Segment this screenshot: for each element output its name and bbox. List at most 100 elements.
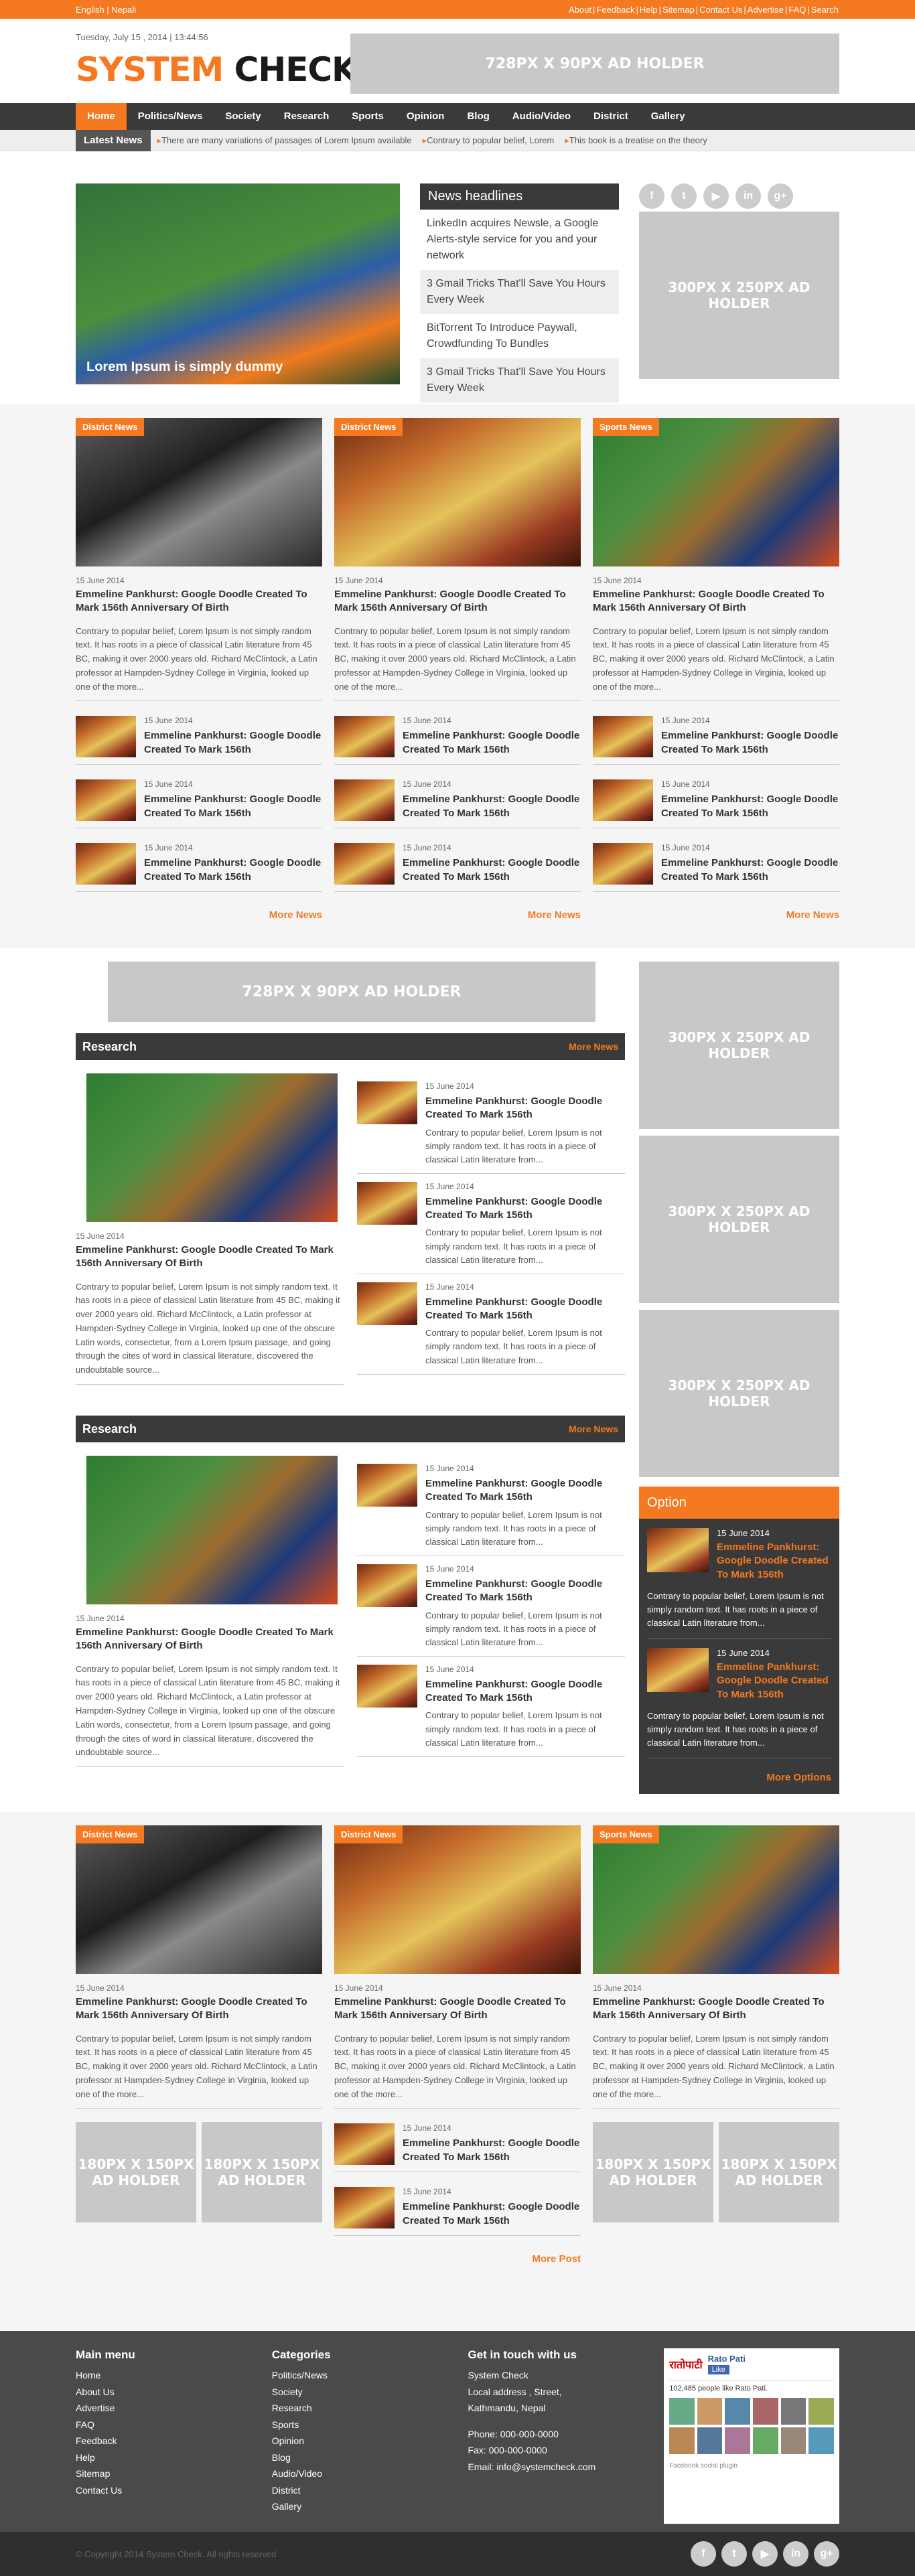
language-switch[interactable]: English | Nepali (76, 5, 136, 15)
option-item[interactable]: 15 June 2014 Emmeline Pankhurst: Google D… (647, 1519, 831, 1582)
article-thumbnail[interactable] (357, 1464, 417, 1507)
fb-face[interactable] (725, 2427, 751, 2454)
footer-link[interactable]: Home (76, 2367, 272, 2384)
mid-ad[interactable]: 728PX X 90PX AD HOLDER (108, 962, 595, 1022)
footer-link[interactable]: About Us (76, 2384, 272, 2401)
linkedin-icon[interactable]: in (783, 2541, 808, 2567)
facebook-icon[interactable]: f (691, 2541, 716, 2567)
research-item[interactable]: 15 June 2014 Emmeline Pankhurst: Google D… (357, 1174, 625, 1274)
fb-face[interactable] (697, 2427, 723, 2454)
right-ad-2[interactable]: 300PX X 250PX AD HOLDER (639, 1136, 839, 1303)
article-thumbnail[interactable] (76, 843, 136, 885)
article-thumbnail[interactable] (357, 1664, 417, 1708)
fb-face[interactable] (697, 2398, 723, 2425)
facebook-widget[interactable]: रातोपाटी Rato Pati Like 102,485 people l… (664, 2348, 839, 2524)
small-ad[interactable]: 180PX X 150PX AD HOLDER (202, 2122, 322, 2223)
nav-item-politics-news[interactable]: Politics/News (127, 103, 214, 130)
ticker-item[interactable]: Contrary to popular belief, Lorem (423, 135, 554, 146)
category-image[interactable]: District News (334, 1825, 581, 1974)
ticker-item[interactable]: This book is a treatise on the theory (565, 135, 707, 146)
article-title[interactable]: Emmeline Pankhurst: Google Doodle Create… (661, 729, 839, 757)
footer-link[interactable]: Feedback (76, 2433, 272, 2449)
article-title[interactable]: Emmeline Pankhurst: Google Doodle Create… (593, 588, 839, 615)
more-news-link[interactable]: More News (334, 909, 581, 921)
twitter-icon[interactable]: t (721, 2541, 747, 2567)
article-title[interactable]: Emmeline Pankhurst: Google Doodle Create… (144, 856, 322, 884)
article-title[interactable]: Emmeline Pankhurst: Google Doodle Create… (76, 1243, 344, 1271)
category-badge[interactable]: Sports News (593, 418, 659, 436)
article-title[interactable]: Emmeline Pankhurst: Google Doodle Create… (425, 1678, 625, 1706)
research-item[interactable]: 15 June 2014 Emmeline Pankhurst: Google D… (357, 1456, 625, 1556)
category-image[interactable]: District News (76, 1825, 322, 1974)
article-thumbnail[interactable] (334, 843, 395, 885)
research-item[interactable]: 15 June 2014 Emmeline Pankhurst: Google D… (357, 1657, 625, 1757)
article-thumbnail[interactable] (357, 1282, 417, 1325)
small-article[interactable]: 15 June 2014 Emmeline Pankhurst: Google D… (593, 779, 839, 829)
small-ad[interactable]: 180PX X 150PX AD HOLDER (593, 2122, 713, 2223)
article-title[interactable]: Emmeline Pankhurst: Google Doodle Create… (425, 1095, 625, 1122)
fb-like-button[interactable]: Like (707, 2365, 729, 2374)
footer-link[interactable] (468, 2417, 664, 2426)
footer-link[interactable]: Advertise (76, 2400, 272, 2417)
article-title[interactable]: Emmeline Pankhurst: Google Doodle Create… (403, 729, 581, 757)
top-link-sitemap[interactable]: Sitemap (662, 5, 695, 15)
article-title[interactable]: Emmeline Pankhurst: Google Doodle Create… (425, 1195, 625, 1223)
top-link-faq[interactable]: FAQ (788, 5, 806, 15)
nav-item-blog[interactable]: Blog (455, 103, 500, 130)
category-image[interactable]: Sports News (593, 1825, 839, 1974)
article-thumbnail[interactable] (334, 2123, 395, 2166)
small-article[interactable]: 15 June 2014 Emmeline Pankhurst: Google D… (76, 843, 322, 893)
hero-caption[interactable]: Lorem Ipsum is simply dummy (86, 360, 283, 375)
nav-item-opinion[interactable]: Opinion (395, 103, 456, 130)
option-item[interactable]: 15 June 2014 Emmeline Pankhurst: Google D… (647, 1639, 831, 1701)
more-options-link[interactable]: More Options (639, 1758, 839, 1794)
fb-face[interactable] (808, 2427, 834, 2454)
category-image[interactable]: Sports News (593, 418, 839, 566)
small-article[interactable]: 15 June 2014 Emmeline Pankhurst: Google D… (76, 779, 322, 829)
article-thumbnail[interactable] (76, 779, 136, 822)
headline-item[interactable]: BitTorrent To Introduce Paywall, Crowdfu… (420, 314, 619, 358)
small-article[interactable]: 15 June 2014 Emmeline Pankhurst: Google D… (334, 2187, 581, 2237)
nav-item-research[interactable]: Research (273, 103, 341, 130)
fb-face[interactable] (780, 2427, 806, 2454)
fb-face[interactable] (780, 2398, 806, 2425)
article-title[interactable]: Emmeline Pankhurst: Google Doodle Create… (593, 1995, 839, 2023)
category-badge[interactable]: District News (76, 1825, 145, 1843)
small-ad[interactable]: 180PX X 150PX AD HOLDER (76, 2122, 196, 2223)
article-thumbnail[interactable] (593, 843, 653, 885)
headline-item[interactable]: LinkedIn acquires Newsle, a Google Alert… (420, 210, 619, 270)
category-badge[interactable]: Sports News (593, 1825, 659, 1843)
top-link-feedback[interactable]: Feedback (596, 5, 634, 15)
footer-link[interactable]: Sports (272, 2417, 468, 2433)
footer-link[interactable]: Fax: 000-000-0000 (468, 2442, 664, 2459)
article-thumbnail[interactable] (357, 1181, 417, 1225)
article-thumbnail[interactable] (334, 716, 395, 758)
article-title[interactable]: Emmeline Pankhurst: Google Doodle Create… (334, 588, 581, 615)
nav-item-sports[interactable]: Sports (340, 103, 395, 130)
article-title[interactable]: Emmeline Pankhurst: Google Doodle Create… (661, 793, 839, 820)
youtube-icon[interactable]: ▶ (752, 2541, 778, 2567)
article-thumbnail[interactable] (647, 1648, 709, 1693)
fb-face[interactable] (753, 2398, 778, 2425)
footer-link[interactable]: Audio/Video (272, 2466, 468, 2482)
headline-item[interactable]: 3 Gmail Tricks That'll Save You Hours Ev… (420, 358, 619, 402)
research-item[interactable]: 15 June 2014 Emmeline Pankhurst: Google D… (357, 1073, 625, 1174)
article-title[interactable]: Emmeline Pankhurst: Google Doodle Create… (425, 1578, 625, 1605)
headline-item[interactable]: 3 Gmail Tricks That'll Save You Hours Ev… (420, 270, 619, 314)
footer-link[interactable]: Research (272, 2400, 468, 2417)
article-title[interactable]: Emmeline Pankhurst: Google Doodle Create… (425, 1296, 625, 1323)
footer-link[interactable]: Society (272, 2384, 468, 2401)
fb-face[interactable] (669, 2427, 695, 2454)
research-more-link[interactable]: More News (569, 1041, 618, 1052)
article-title[interactable]: Emmeline Pankhurst: Google Doodle Create… (403, 856, 581, 884)
small-article[interactable]: 15 June 2014 Emmeline Pankhurst: Google D… (334, 2123, 581, 2173)
footer-link[interactable]: Phone: 000-000-0000 (468, 2426, 664, 2443)
article-thumbnail[interactable] (647, 1528, 709, 1572)
hero-image[interactable]: Lorem Ipsum is simply dummy (76, 183, 400, 384)
article-thumbnail[interactable] (593, 779, 653, 822)
footer-link[interactable]: Help (76, 2449, 272, 2466)
fb-face[interactable] (753, 2427, 778, 2454)
article-title[interactable]: Emmeline Pankhurst: Google Doodle Create… (144, 729, 322, 757)
footer-link[interactable]: Sitemap (76, 2466, 272, 2482)
top-link-help[interactable]: Help (640, 5, 658, 15)
